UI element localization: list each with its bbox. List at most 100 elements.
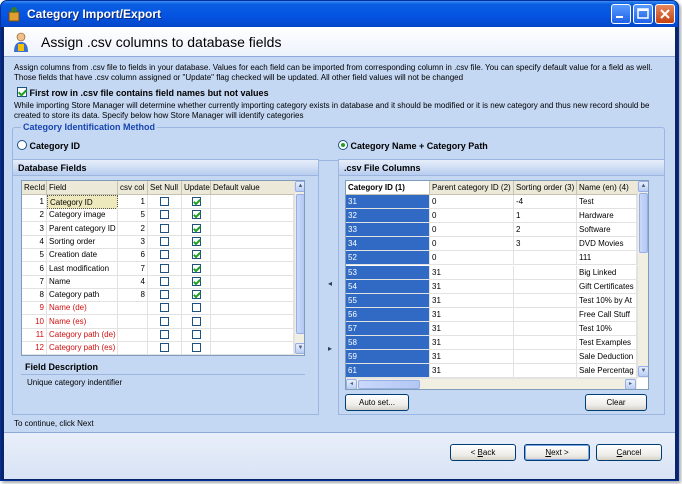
csv-cell-category-id[interactable]: 58: [346, 336, 430, 350]
csv-cell-parent-id[interactable]: 31: [430, 364, 514, 379]
update-checkbox[interactable]: [191, 263, 201, 273]
minimize-button[interactable]: [611, 4, 631, 24]
database-fields-grid[interactable]: RecId Field csv col Set Null Update Defa…: [21, 180, 305, 356]
csv-cell-name-en[interactable]: Test 10%: [577, 321, 637, 336]
csv-cell-category-id[interactable]: 33: [346, 223, 430, 238]
update-checkbox[interactable]: [191, 316, 201, 326]
db-field-recid[interactable]: 1: [22, 195, 47, 209]
set-null-checkbox[interactable]: [160, 290, 169, 300]
db-field-update-cell[interactable]: [182, 234, 211, 249]
update-checkbox[interactable]: [191, 276, 201, 286]
db-field-row[interactable]: 10 Name (es): [22, 314, 294, 329]
db-field-set-null-cell[interactable]: [148, 261, 182, 276]
csv-row[interactable]: 54 31 Gift Certificates: [346, 279, 637, 294]
csv-row[interactable]: 53 31 Big Linked: [346, 265, 637, 280]
csv-row[interactable]: 56 31 Free Call Stuff: [346, 307, 637, 322]
update-checkbox[interactable]: [191, 250, 201, 260]
csv-row[interactable]: 31 0 -4 Test: [346, 195, 637, 209]
csv-cell-category-id[interactable]: 32: [346, 209, 430, 224]
db-field-name[interactable]: Category path (es): [47, 341, 118, 355]
update-checkbox[interactable]: [191, 223, 201, 233]
db-field-csv-col[interactable]: 7: [118, 261, 148, 276]
radio-category-name-path[interactable]: Category Name + Category Path: [338, 140, 488, 151]
update-checkbox[interactable]: [191, 236, 201, 246]
radio-selected-icon[interactable]: [338, 140, 348, 150]
db-field-default-value[interactable]: [211, 288, 294, 303]
csv-cell-sorting-order[interactable]: [514, 307, 577, 322]
db-field-csv-col[interactable]: [118, 301, 148, 316]
csv-row[interactable]: 59 31 Sale Deduction: [346, 350, 637, 365]
db-field-set-null-cell[interactable]: [148, 341, 182, 355]
db-field-update-cell[interactable]: [182, 288, 211, 303]
csv-cell-parent-id[interactable]: 31: [430, 350, 514, 365]
db-field-default-value[interactable]: [211, 314, 294, 329]
csv-cell-name-en[interactable]: Free Call Stuff: [577, 307, 637, 322]
csv-cell-parent-id[interactable]: 31: [430, 279, 514, 294]
cancel-button[interactable]: Cancel: [596, 444, 662, 461]
back-button[interactable]: < Back: [450, 444, 516, 461]
db-field-default-value[interactable]: [211, 195, 294, 209]
update-checkbox[interactable]: [191, 303, 201, 313]
close-button[interactable]: [655, 4, 675, 24]
db-field-update-cell[interactable]: [182, 195, 211, 209]
db-field-default-value[interactable]: [211, 234, 294, 249]
db-field-row[interactable]: 5 Creation date 6: [22, 248, 294, 263]
db-field-csv-col[interactable]: [118, 314, 148, 329]
panel-splitter[interactable]: ◂ ▸: [328, 189, 336, 435]
csv-cell-name-en[interactable]: Gift Certificates: [577, 279, 637, 294]
db-field-name[interactable]: Sorting order: [47, 234, 118, 249]
db-field-name[interactable]: Name (es): [47, 314, 118, 329]
csv-row[interactable]: 55 31 Test 10% by At: [346, 293, 637, 308]
csv-cell-sorting-order[interactable]: [514, 279, 577, 294]
csv-cell-parent-id[interactable]: 31: [430, 307, 514, 322]
db-field-name[interactable]: Parent category ID: [47, 221, 118, 236]
checkbox-checked-icon[interactable]: [17, 87, 27, 97]
set-null-checkbox[interactable]: [160, 250, 169, 260]
db-field-set-null-cell[interactable]: [148, 248, 182, 263]
csv-columns-vscroll[interactable]: ▲ ▼: [637, 181, 648, 378]
radio-category-id[interactable]: Category ID: [17, 140, 80, 151]
db-field-row[interactable]: 2 Category image 5: [22, 208, 294, 223]
db-field-csv-col[interactable]: 1: [118, 195, 148, 209]
set-null-checkbox[interactable]: [160, 236, 169, 246]
db-field-update-cell[interactable]: [182, 301, 211, 316]
csv-cell-sorting-order[interactable]: [514, 265, 577, 280]
db-field-csv-col[interactable]: [118, 341, 148, 355]
clear-button[interactable]: Clear: [585, 394, 647, 411]
csv-col-header-sorting-order[interactable]: Sorting order (3): [514, 181, 577, 195]
db-field-row[interactable]: 9 Name (de): [22, 301, 294, 316]
db-field-set-null-cell[interactable]: [148, 208, 182, 223]
db-field-set-null-cell[interactable]: [148, 301, 182, 316]
csv-columns-grid[interactable]: Category ID (1) Parent category ID (2) S…: [345, 180, 649, 390]
csv-scroll-down-icon[interactable]: ▼: [638, 366, 648, 377]
db-field-default-value[interactable]: [211, 301, 294, 316]
csv-cell-parent-id[interactable]: 31: [430, 336, 514, 350]
db-field-recid[interactable]: 4: [22, 234, 47, 249]
db-field-update-cell[interactable]: [182, 221, 211, 236]
csv-cell-parent-id[interactable]: 31: [430, 265, 514, 280]
splitter-right-arrow-icon[interactable]: ▸: [328, 344, 332, 353]
db-field-set-null-cell[interactable]: [148, 328, 182, 342]
csv-cell-name-en[interactable]: Hardware: [577, 209, 637, 224]
db-field-csv-col[interactable]: 4: [118, 274, 148, 289]
db-field-name[interactable]: Last modification: [47, 261, 118, 276]
csv-cell-parent-id[interactable]: 31: [430, 293, 514, 308]
db-field-default-value[interactable]: [211, 248, 294, 263]
db-field-name[interactable]: Creation date: [47, 248, 118, 263]
csv-cell-parent-id[interactable]: 0: [430, 237, 514, 252]
update-checkbox[interactable]: [191, 330, 201, 339]
csv-scroll-right-icon[interactable]: ▸: [625, 379, 636, 389]
db-field-set-null-cell[interactable]: [148, 274, 182, 289]
db-field-recid[interactable]: 10: [22, 314, 47, 329]
csv-cell-sorting-order[interactable]: [514, 336, 577, 350]
csv-row[interactable]: 34 0 3 DVD Movies: [346, 237, 637, 252]
db-field-default-value[interactable]: [211, 341, 294, 355]
db-field-name[interactable]: Name: [47, 274, 118, 289]
title-bar[interactable]: Category Import/Export: [1, 1, 678, 27]
csv-cell-name-en[interactable]: Sale Deduction: [577, 350, 637, 365]
csv-cell-parent-id[interactable]: 0: [430, 223, 514, 238]
maximize-button[interactable]: [633, 4, 653, 24]
col-header-recid[interactable]: RecId: [22, 181, 47, 195]
db-field-csv-col[interactable]: 6: [118, 248, 148, 263]
col-header-field[interactable]: Field: [47, 181, 118, 195]
